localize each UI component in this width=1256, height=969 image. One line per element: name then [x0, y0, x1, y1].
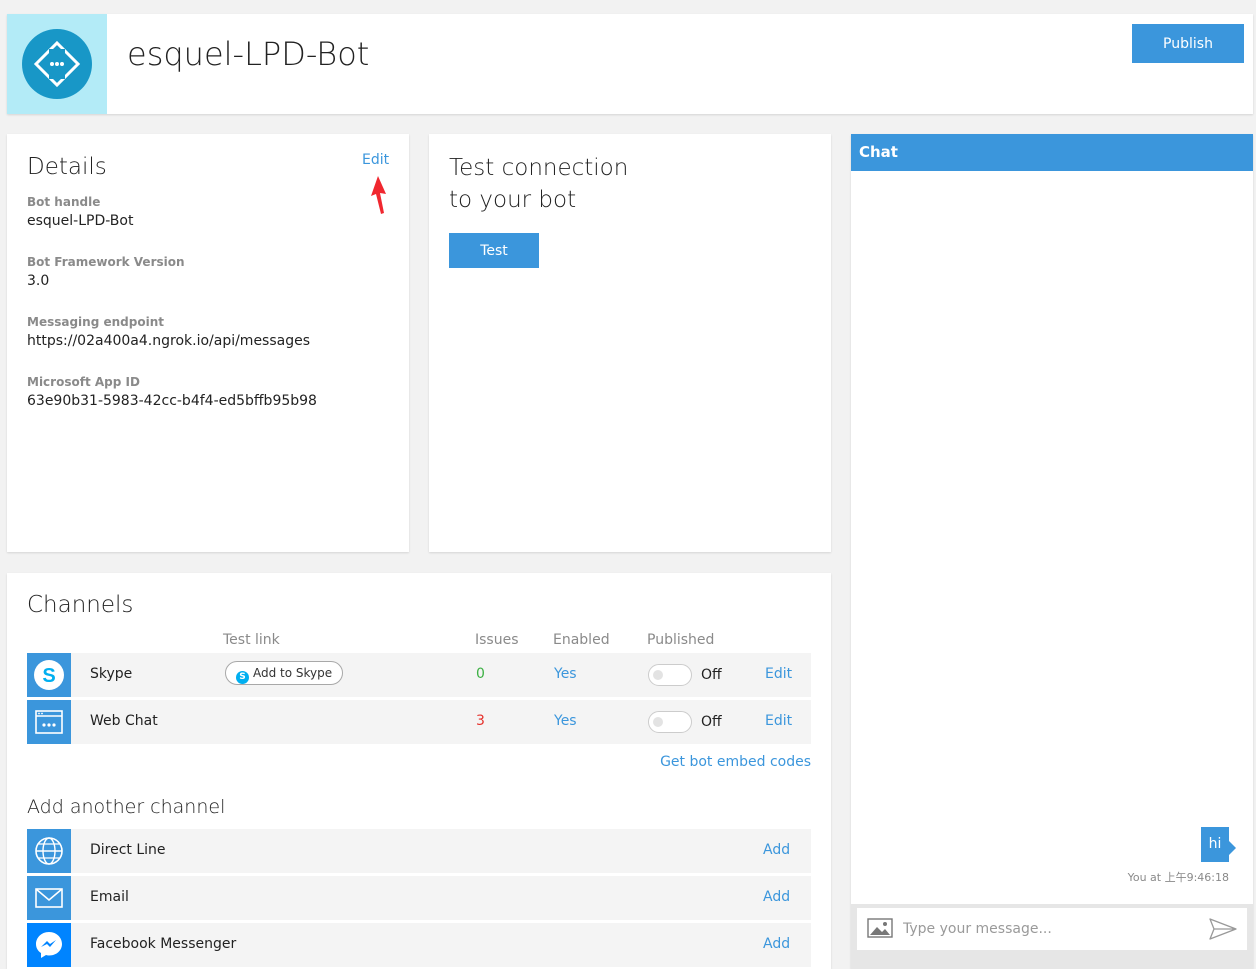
published-toggle[interactable]: [648, 664, 692, 686]
chat-input-area: [851, 904, 1253, 969]
skype-edit-link[interactable]: Edit: [765, 666, 792, 682]
add-channel-title: Add another channel: [27, 796, 226, 818]
framework-version-label: Bot Framework Version: [27, 255, 185, 269]
bot-name: esquel-LPD-Bot: [127, 35, 370, 73]
bot-avatar: [7, 14, 107, 114]
envelope-icon: [27, 876, 71, 920]
toggle-knob: [653, 717, 663, 727]
enabled-status: Yes: [554, 666, 577, 682]
chat-input-box: [857, 908, 1247, 950]
channel-name: Facebook Messenger: [90, 936, 237, 952]
channel-row-skype: S Skype S Add to Skype 0 Yes Off Edit: [27, 653, 811, 697]
channel-name: Direct Line: [90, 842, 166, 858]
bot-handle-value: esquel-LPD-Bot: [27, 213, 134, 229]
column-header-test-link: Test link: [223, 632, 280, 648]
channels-card: Channels Test link Issues Enabled Publis…: [7, 573, 831, 969]
details-title: Details: [27, 154, 107, 180]
issues-count: 0: [476, 666, 485, 682]
column-header-enabled: Enabled: [553, 632, 610, 648]
add-direct-line-link[interactable]: Add: [763, 842, 790, 858]
published-status: Off: [701, 667, 722, 683]
published-toggle[interactable]: [648, 711, 692, 733]
chat-message-input[interactable]: [903, 917, 1193, 941]
channel-row-web-chat: Web Chat 3 Yes Off Edit: [27, 700, 811, 744]
test-connection-title: Test connection to your bot: [449, 152, 628, 216]
test-connection-card: Test connection to your bot Test: [429, 134, 831, 552]
toggle-knob: [653, 670, 663, 680]
published-status: Off: [701, 714, 722, 730]
channel-name: Email: [90, 889, 129, 905]
add-to-skype-label: Add to Skype: [253, 666, 333, 680]
test-button[interactable]: Test: [449, 233, 539, 268]
skype-icon: S: [27, 653, 71, 697]
chat-panel: Chat hi You at 上午9:46:18: [851, 134, 1253, 969]
test-connection-title-line1: Test connection: [449, 155, 629, 181]
app-id-value: 63e90b31-5983-42cc-b4f4-ed5bffb95b98: [27, 393, 317, 409]
enabled-status: Yes: [554, 713, 577, 729]
add-email-link[interactable]: Add: [763, 889, 790, 905]
bot-header: esquel-LPD-Bot Publish: [7, 14, 1253, 114]
add-channel-row-facebook-messenger: Facebook Messenger Add: [27, 923, 811, 967]
details-card: Details Edit Bot handle esquel-LPD-Bot B…: [7, 134, 409, 552]
add-channel-row-direct-line: Direct Line Add: [27, 829, 811, 873]
bot-handle-label: Bot handle: [27, 195, 101, 209]
chat-timestamp: You at 上午9:46:18: [1127, 871, 1229, 884]
framework-version-value: 3.0: [27, 273, 50, 289]
messenger-icon: [27, 923, 71, 967]
web-chat-icon: [27, 700, 71, 744]
channel-name: Web Chat: [90, 713, 158, 729]
app-id-label: Microsoft App ID: [27, 375, 140, 389]
web-chat-edit-link[interactable]: Edit: [765, 713, 792, 729]
messaging-endpoint-value: https://02a400a4.ngrok.io/api/messages: [27, 333, 311, 349]
publish-button[interactable]: Publish: [1132, 24, 1244, 63]
image-upload-icon[interactable]: [867, 918, 893, 938]
channels-title: Channels: [27, 592, 134, 618]
get-embed-codes-link[interactable]: Get bot embed codes: [660, 754, 811, 770]
bot-code-icon: [22, 29, 92, 99]
channel-name: Skype: [90, 666, 133, 682]
issues-count: 3: [476, 713, 485, 729]
test-connection-title-line2: to your bot: [449, 187, 577, 213]
skype-mini-icon: S: [236, 671, 249, 684]
globe-icon: [27, 829, 71, 873]
add-channel-row-email: Email Add: [27, 876, 811, 920]
column-header-issues: Issues: [475, 632, 519, 648]
add-facebook-messenger-link[interactable]: Add: [763, 936, 790, 952]
red-arrow-annotation: [371, 176, 386, 214]
chat-message-bubble: hi: [1201, 827, 1236, 862]
chat-title: Chat: [851, 134, 1253, 171]
details-edit-link[interactable]: Edit: [362, 152, 389, 168]
send-icon[interactable]: [1209, 918, 1237, 940]
messaging-endpoint-label: Messaging endpoint: [27, 315, 164, 329]
column-header-published: Published: [647, 632, 715, 648]
svg-text:S: S: [42, 665, 55, 687]
add-to-skype-button[interactable]: S Add to Skype: [225, 661, 344, 685]
